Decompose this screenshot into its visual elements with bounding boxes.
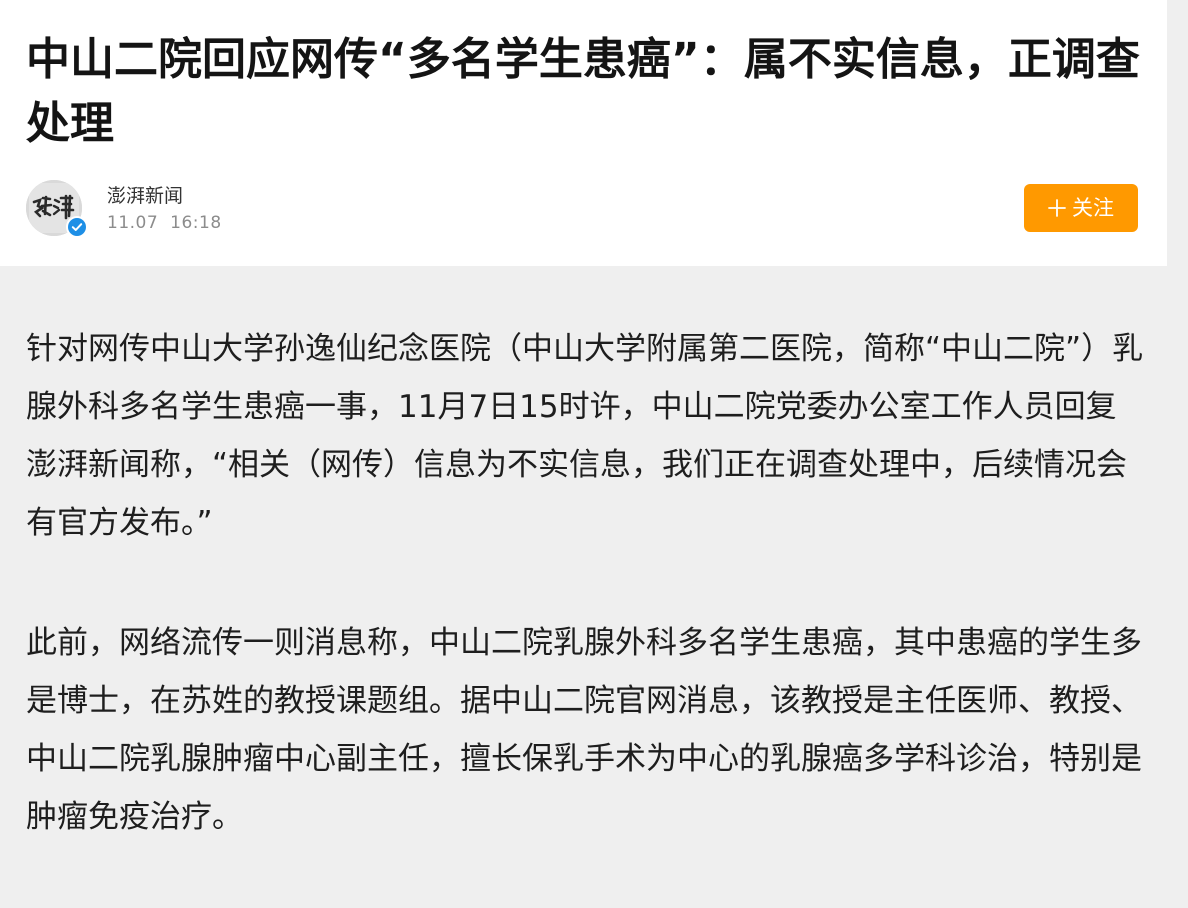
article-header: 中山二院回应网传“多名学生患癌”：属不实信息，正调查处理 澎湃新闻 11.07 1… (0, 0, 1167, 266)
article-paragraph: 针对网传中山大学孙逸仙纪念医院（中山大学附属第二医院，简称“中山二院”）乳腺外科… (26, 331, 1144, 541)
follow-button[interactable]: 关注 (1024, 184, 1138, 232)
article-title: 中山二院回应网传“多名学生患癌”：属不实信息，正调查处理 (26, 34, 1140, 149)
author-avatar[interactable] (26, 180, 88, 238)
article-body: 针对网传中山大学孙逸仙纪念医院（中山大学附属第二医院，简称“中山二院”）乳腺外科… (26, 320, 1146, 908)
author-name[interactable]: 澎湃新闻 (107, 184, 183, 208)
publish-date: 11.07 (107, 213, 159, 233)
follow-label: 关注 (1072, 196, 1114, 220)
article-paragraph: 此前，网络流传一则消息称，中山二院乳腺外科多名学生患癌，其中患癌的学生多是博士，… (26, 625, 1142, 835)
publish-time: 11.07 16:18 (107, 212, 234, 234)
verified-check-icon (66, 216, 88, 238)
plus-icon (1048, 184, 1066, 232)
publish-clock: 16:18 (170, 213, 222, 233)
